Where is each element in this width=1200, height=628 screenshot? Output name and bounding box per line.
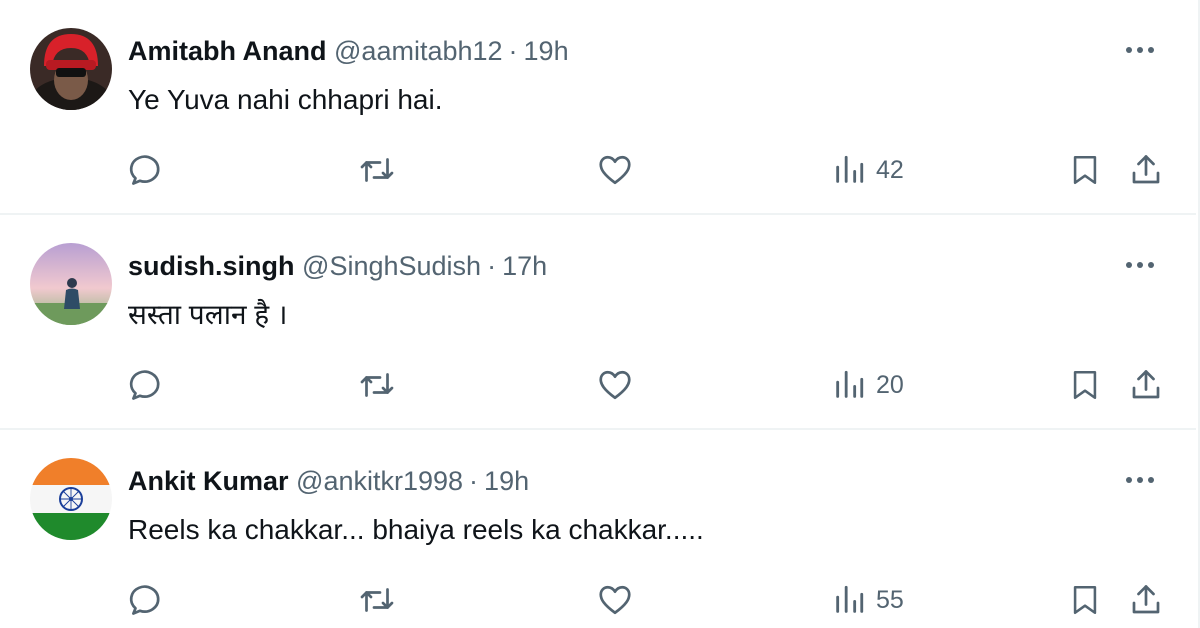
views-button[interactable]: 20 — [832, 360, 904, 410]
user-handle[interactable]: @aamitabh12 — [334, 36, 503, 66]
more-icon — [1126, 262, 1154, 268]
views-icon — [836, 585, 864, 613]
repost-icon — [360, 588, 394, 612]
more-options-button[interactable] — [1120, 36, 1160, 64]
views-icon — [836, 155, 864, 183]
share-button[interactable] — [1128, 145, 1164, 195]
bookmark-icon — [1073, 155, 1097, 185]
views-button[interactable]: 42 — [832, 145, 904, 195]
separator-dot: · — [487, 251, 497, 281]
like-button[interactable] — [596, 360, 634, 410]
reply-header: Amitabh Anand @aamitabh12 · 19h — [128, 34, 569, 68]
timestamp[interactable]: 19h — [524, 36, 569, 66]
like-button[interactable] — [596, 145, 634, 195]
like-icon — [599, 155, 631, 185]
timestamp[interactable]: 19h — [484, 466, 529, 496]
share-icon — [1132, 370, 1160, 399]
separator-dot: · — [469, 466, 479, 496]
like-icon — [599, 370, 631, 400]
more-options-button[interactable] — [1120, 466, 1160, 494]
repost-button[interactable] — [358, 145, 396, 195]
more-icon — [1126, 477, 1154, 483]
reply-button[interactable] — [128, 360, 164, 410]
reply-item[interactable]: Ankit Kumar @ankitkr1998 · 19h Reels ka ch… — [0, 430, 1196, 628]
reply-text: Ye Yuva nahi chhapri hai. — [128, 84, 443, 115]
views-count: 20 — [876, 370, 904, 399]
avatar[interactable] — [30, 28, 112, 110]
avatar[interactable] — [30, 458, 112, 540]
share-icon — [1132, 585, 1160, 614]
display-name[interactable]: sudish.singh — [128, 251, 295, 281]
display-name[interactable]: Ankit Kumar — [128, 466, 289, 496]
separator-dot: · — [508, 36, 518, 66]
user-handle[interactable]: @SinghSudish — [302, 251, 481, 281]
display-name[interactable]: Amitabh Anand — [128, 36, 327, 66]
share-button[interactable] — [1128, 575, 1164, 625]
like-icon — [599, 585, 631, 615]
repost-icon — [360, 373, 394, 397]
views-count: 55 — [876, 585, 904, 614]
reply-header: Ankit Kumar @ankitkr1998 · 19h — [128, 464, 529, 498]
share-button[interactable] — [1128, 360, 1164, 410]
reply-button[interactable] — [128, 145, 164, 195]
reply-text: सस्ता पलान है । — [128, 299, 288, 330]
more-icon — [1126, 47, 1154, 53]
bookmark-button[interactable] — [1068, 360, 1102, 410]
bookmark-icon — [1073, 585, 1097, 615]
reply-icon — [129, 585, 160, 615]
reply-item[interactable]: Amitabh Anand @aamitabh12 · 19h Ye Yuva na… — [0, 0, 1196, 215]
reply-icon — [129, 155, 160, 185]
bookmark-button[interactable] — [1068, 575, 1102, 625]
reply-feed: Amitabh Anand @aamitabh12 · 19h Ye Yuva na… — [0, 0, 1200, 628]
action-bar: 42 — [0, 145, 1196, 195]
views-button[interactable]: 55 — [832, 575, 904, 625]
reply-text: Reels ka chakkar... bhaiya reels ka chak… — [128, 514, 704, 545]
bookmark-button[interactable] — [1068, 145, 1102, 195]
more-options-button[interactable] — [1120, 251, 1160, 279]
user-handle[interactable]: @ankitkr1998 — [296, 466, 463, 496]
timestamp[interactable]: 17h — [502, 251, 547, 281]
reply-button[interactable] — [128, 575, 164, 625]
repost-icon — [360, 158, 394, 182]
reply-icon — [129, 370, 160, 400]
reply-item[interactable]: sudish.singh @SinghSudish · 17h सस्ता पलान… — [0, 215, 1196, 430]
reply-header: sudish.singh @SinghSudish · 17h — [128, 249, 547, 283]
action-bar: 55 — [0, 575, 1196, 625]
bookmark-icon — [1073, 370, 1097, 400]
repost-button[interactable] — [358, 360, 396, 410]
like-button[interactable] — [596, 575, 634, 625]
share-icon — [1132, 155, 1160, 184]
views-icon — [836, 370, 864, 398]
avatar[interactable] — [30, 243, 112, 325]
action-bar: 20 — [0, 360, 1196, 410]
repost-button[interactable] — [358, 575, 396, 625]
views-count: 42 — [876, 155, 904, 184]
